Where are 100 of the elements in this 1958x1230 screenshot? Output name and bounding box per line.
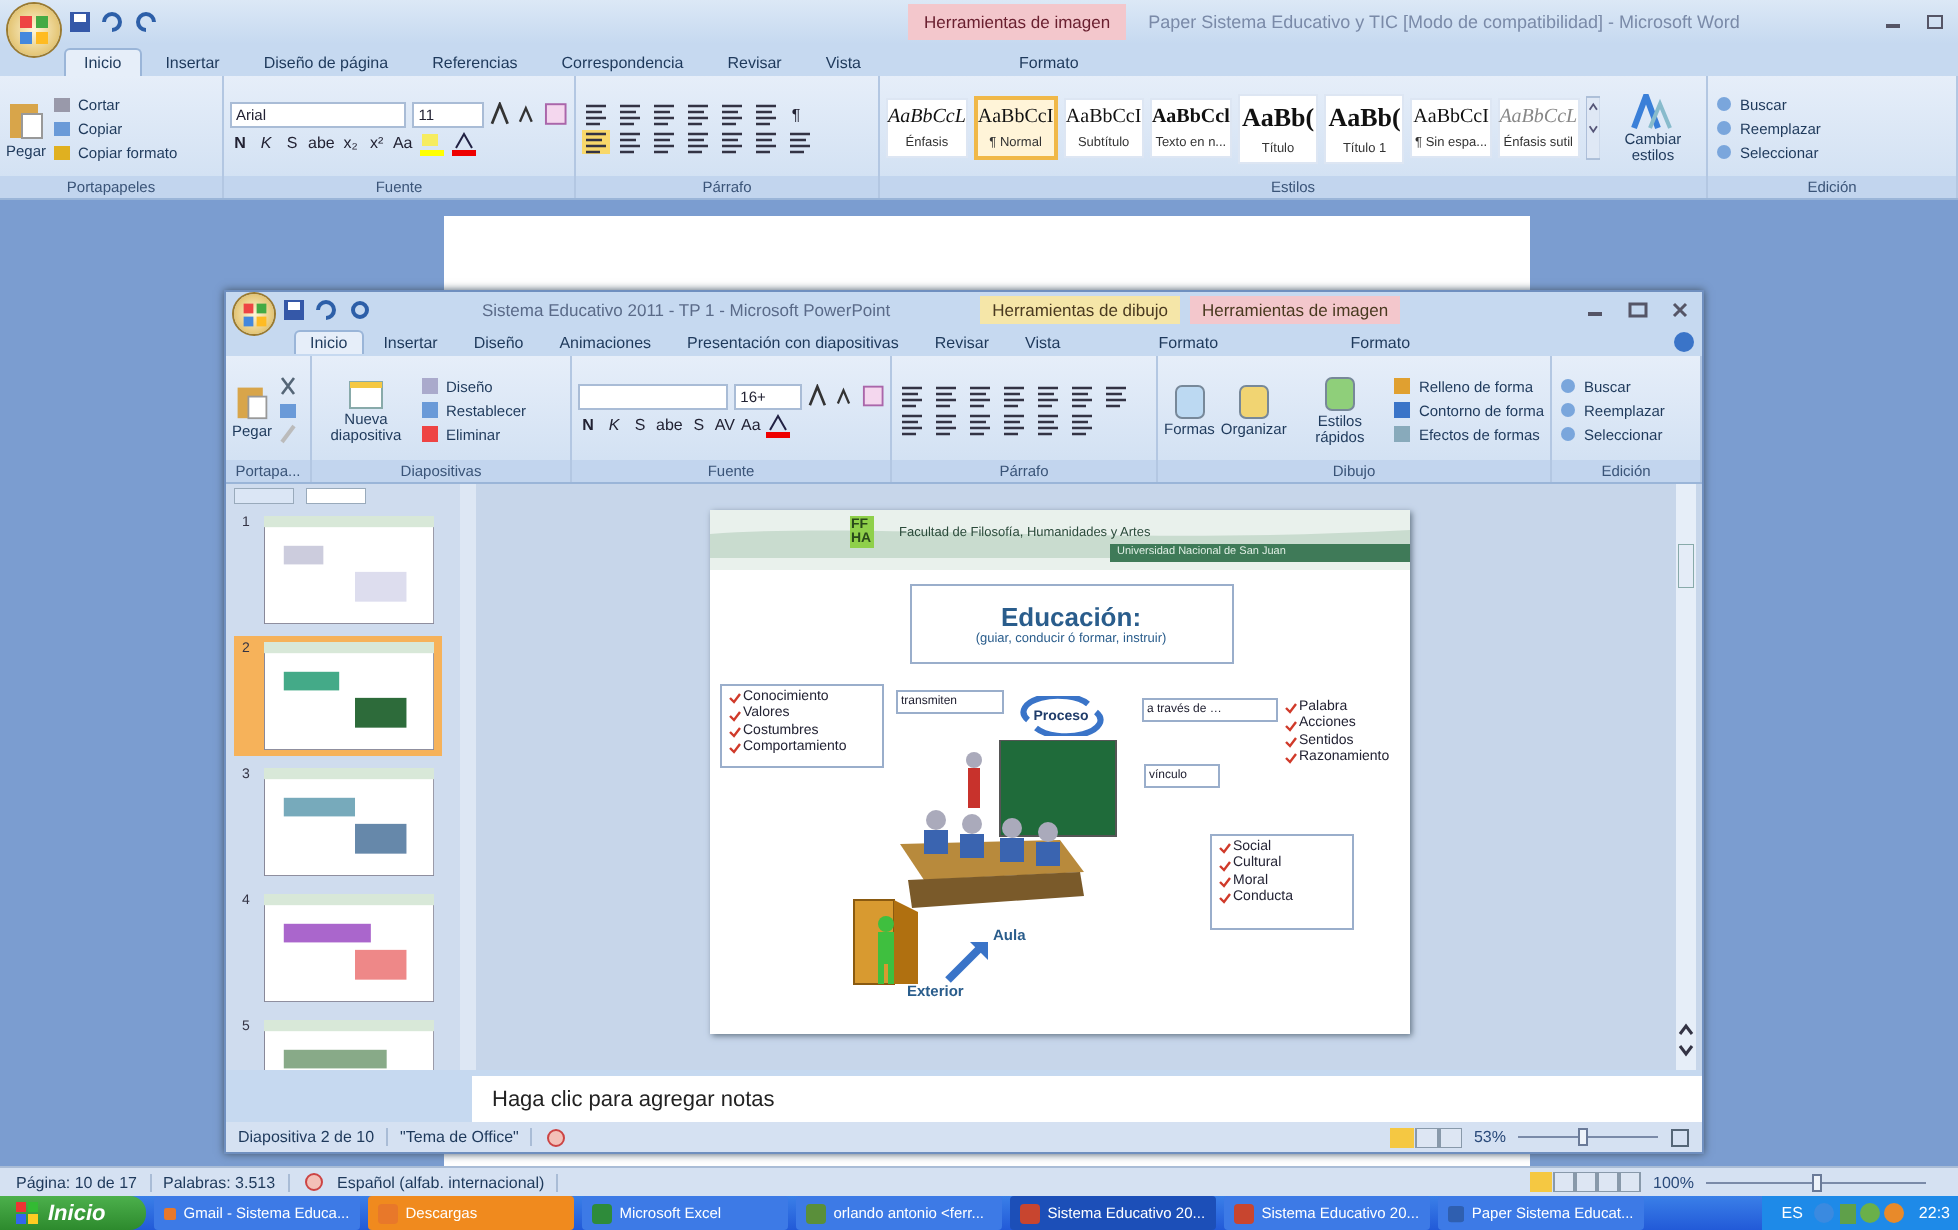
slide[interactable] bbox=[709, 510, 1409, 1034]
help-icon[interactable] bbox=[1674, 332, 1694, 352]
contextual-tab-group: Herramientas de dibujo bbox=[980, 296, 1180, 324]
clock: 22:3 bbox=[1918, 1204, 1950, 1222]
shape-icon bbox=[1169, 383, 1210, 420]
format-button[interactable]: x² bbox=[366, 134, 387, 152]
font-color-icon[interactable] bbox=[452, 131, 477, 155]
close-icon[interactable] bbox=[1670, 302, 1690, 318]
app-icon bbox=[1019, 1203, 1040, 1223]
format-button[interactable]: S bbox=[688, 416, 709, 434]
ribbon-tab[interactable]: Formato bbox=[1300, 330, 1461, 354]
ribbon-tab[interactable]: Revisar bbox=[918, 330, 1005, 354]
ribbon-tab[interactable]: Diseño bbox=[457, 330, 540, 354]
style-preview: AaBbCcL bbox=[888, 106, 966, 128]
office-logo-icon bbox=[18, 14, 50, 46]
spellcheck-icon[interactable] bbox=[544, 1127, 569, 1147]
office-button[interactable] bbox=[8, 4, 60, 56]
ribbon-tab[interactable]: Vista bbox=[1009, 330, 1077, 354]
grow-font-icon[interactable] bbox=[808, 384, 831, 408]
fit-window-icon[interactable] bbox=[1670, 1127, 1690, 1147]
ribbon-tab[interactable]: Insertar bbox=[145, 48, 240, 76]
style-preview: AaBbCcI bbox=[977, 106, 1054, 128]
format-button[interactable]: x₂ bbox=[340, 134, 361, 152]
contextual-tab-group: Herramientas de imagen bbox=[908, 4, 1127, 40]
ribbon-tab[interactable]: Diseño de página bbox=[243, 48, 409, 76]
ribbon-tab[interactable]: Correspondencia bbox=[541, 48, 704, 76]
clipboard-action-icon bbox=[52, 142, 73, 162]
font-field[interactable] bbox=[578, 383, 729, 409]
app-icon bbox=[1447, 1203, 1464, 1223]
spellcheck-icon[interactable] bbox=[301, 1172, 326, 1192]
maximize-icon[interactable] bbox=[1628, 302, 1648, 318]
ribbon-tab[interactable]: Referencias bbox=[412, 48, 538, 76]
office-logo-icon bbox=[241, 301, 267, 327]
ribbon-tab[interactable]: Inicio bbox=[294, 330, 364, 354]
show-marks-button[interactable]: ¶ bbox=[786, 105, 806, 123]
letters-a-icon bbox=[1630, 93, 1675, 130]
style-preview: AaBb( bbox=[1328, 101, 1401, 133]
office-button[interactable] bbox=[234, 294, 274, 334]
style-preview: AaBbCcL bbox=[1499, 106, 1578, 128]
undo-icon[interactable] bbox=[314, 300, 338, 320]
grow-font-icon[interactable] bbox=[489, 102, 513, 126]
zoom-level: 100% bbox=[1653, 1173, 1694, 1191]
shape-format-icon bbox=[1392, 424, 1413, 444]
format-button[interactable]: S bbox=[630, 416, 650, 434]
format-button[interactable]: S bbox=[282, 134, 302, 152]
style-preview: AaBb( bbox=[1241, 101, 1315, 133]
previous-slide-icon[interactable] bbox=[1678, 1022, 1694, 1038]
format-button[interactable]: N bbox=[230, 134, 250, 152]
style-preview: AaBbCcI bbox=[1413, 106, 1489, 128]
language-indicator[interactable]: ES bbox=[1781, 1204, 1803, 1222]
redo-icon[interactable] bbox=[134, 12, 158, 32]
style-preview: AaBbCcI bbox=[1065, 106, 1142, 128]
undo-icon[interactable] bbox=[100, 12, 124, 32]
door-figure-drawing bbox=[849, 896, 921, 988]
format-button[interactable]: AV bbox=[714, 416, 735, 434]
shrink-font-icon[interactable] bbox=[836, 386, 856, 406]
format-button[interactable]: Aa bbox=[740, 416, 761, 434]
ribbon-tab[interactable]: Vista bbox=[805, 48, 881, 76]
ribbon-tab[interactable]: Animaciones bbox=[543, 330, 668, 354]
next-slide-icon[interactable] bbox=[1678, 1042, 1694, 1058]
window-title: Sistema Educativo 2011 - TP 1 - Microsoft PowerPoint bbox=[482, 300, 891, 320]
restore-icon[interactable] bbox=[1926, 14, 1946, 30]
notes-pane[interactable]: Haga clic para agregar notas bbox=[472, 1070, 1702, 1122]
repeat-icon[interactable] bbox=[348, 300, 372, 320]
shape-format-icon bbox=[1392, 400, 1413, 420]
format-button[interactable]: Aa bbox=[392, 134, 413, 152]
contextual-tab-group: Herramientas de imagen bbox=[1189, 296, 1401, 324]
zoom-level: 53% bbox=[1473, 1128, 1506, 1146]
scrollbar-thumb[interactable] bbox=[1678, 544, 1694, 588]
ribbon-tab[interactable]: Revisar bbox=[707, 48, 802, 76]
ribbon-tab[interactable]: Formato bbox=[980, 48, 1117, 76]
app-icon bbox=[1233, 1203, 1254, 1223]
slide-icon bbox=[346, 377, 386, 410]
app-icon bbox=[805, 1203, 826, 1223]
format-button[interactable]: abe bbox=[656, 416, 683, 434]
ribbon-tab[interactable]: Presentación con diapositivas bbox=[671, 330, 915, 354]
window-title: Paper Sistema Educativo y TIC [Modo de compatibilidad] - Microsoft Word bbox=[1148, 12, 1742, 32]
app-icon bbox=[591, 1203, 612, 1223]
ribbon-tab[interactable]: Formato bbox=[1108, 330, 1269, 354]
app-icon bbox=[163, 1203, 176, 1223]
save-icon[interactable] bbox=[70, 12, 90, 32]
save-icon[interactable] bbox=[284, 300, 304, 320]
gallery-scroll-icon[interactable] bbox=[1585, 94, 1600, 162]
shape-format-icon bbox=[1392, 376, 1413, 396]
clipboard-action-icon bbox=[52, 94, 73, 114]
ribbon-tab[interactable]: Insertar bbox=[367, 330, 454, 354]
format-button[interactable]: K bbox=[256, 134, 276, 152]
font-color-icon[interactable] bbox=[766, 413, 791, 437]
language-indicator[interactable]: Español (alfab. internacional) bbox=[337, 1173, 559, 1191]
format-button[interactable]: abe bbox=[308, 134, 335, 152]
format-button[interactable]: K bbox=[604, 416, 624, 434]
style-preview: AaBbCcl bbox=[1151, 106, 1230, 128]
shape-icon bbox=[1233, 383, 1274, 420]
windows-logo-icon bbox=[16, 1201, 40, 1225]
page-counter: Página: 10 de 17 bbox=[16, 1173, 151, 1191]
format-button[interactable]: N bbox=[578, 416, 598, 434]
ribbon-tab[interactable]: Inicio bbox=[64, 48, 142, 76]
cut-icon[interactable] bbox=[278, 376, 299, 396]
notes-placeholder: Haga clic para agregar notas bbox=[492, 1088, 775, 1112]
scrollbar[interactable] bbox=[460, 484, 476, 1070]
